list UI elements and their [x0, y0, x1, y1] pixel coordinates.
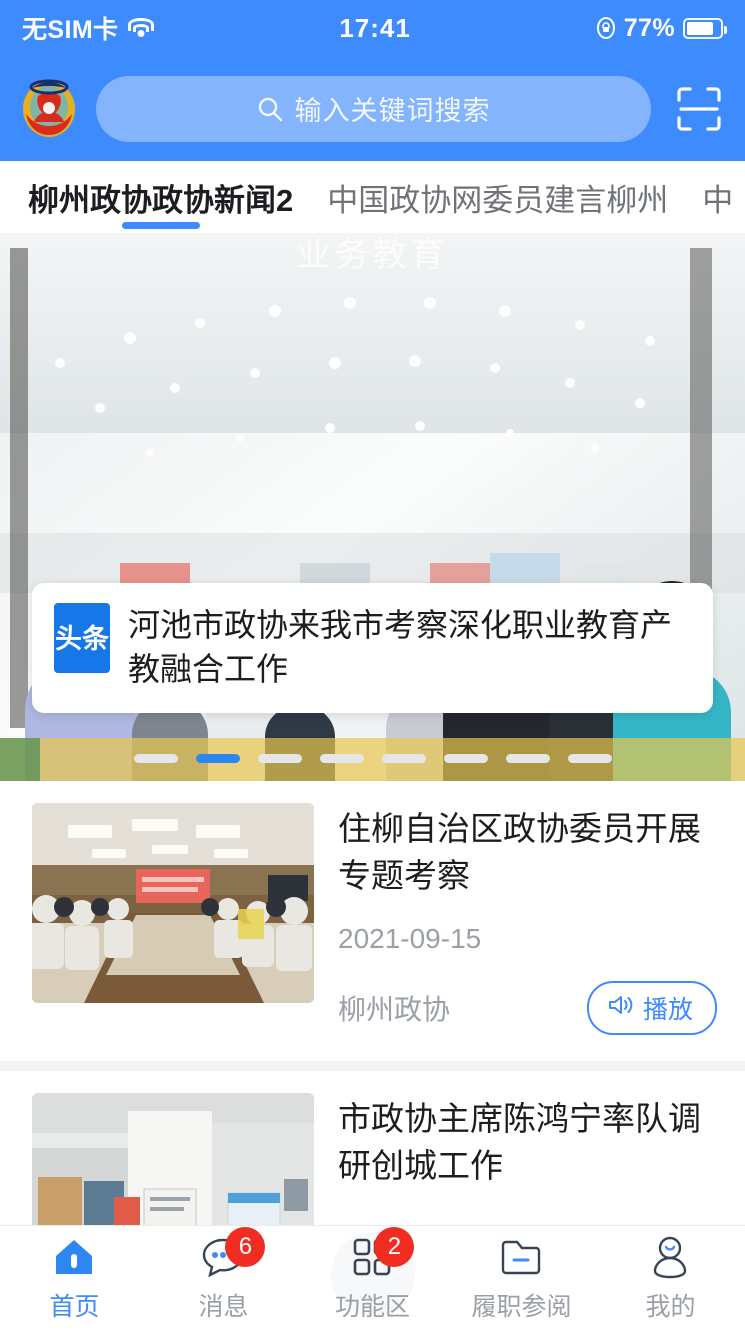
banner-watermark: 业务教育: [0, 233, 745, 276]
banner-carousel[interactable]: 业务教育 头条 河池市政协来我市考察深化职业教育产教融合工作: [0, 233, 745, 781]
status-bar: 无SIM卡 17:41 77%: [0, 0, 745, 56]
search-icon: [257, 96, 283, 122]
play-button-label: 播放: [643, 990, 693, 1026]
clock-label: 17:41: [154, 13, 595, 44]
headline-badge-label: 头条: [55, 622, 109, 656]
carousel-dot[interactable]: [320, 754, 364, 763]
nav-label: 首页: [49, 1287, 99, 1323]
nav-item-duty-reference[interactable]: 履职参阅: [447, 1226, 596, 1330]
news-title: 住柳自治区政协委员开展专题考察: [338, 805, 717, 899]
list-divider: [0, 1061, 745, 1071]
rotation-lock-icon: [596, 17, 616, 39]
news-date: 2021-09-15: [338, 923, 717, 955]
home-icon: [50, 1233, 98, 1281]
headline-badge: 头条: [54, 603, 110, 673]
message-icon: 6: [199, 1233, 247, 1281]
news-source: 柳州政协: [338, 988, 450, 1028]
meeting-room-thumbnail: [32, 803, 314, 1003]
news-title: 市政协主席陈鸿宁率队调研创城工作: [338, 1095, 717, 1189]
nav-item-profile[interactable]: 我的: [596, 1226, 745, 1330]
nav-label: 我的: [645, 1287, 695, 1323]
app-header: 输入关键词搜索: [0, 56, 745, 161]
person-icon: [646, 1233, 694, 1281]
status-left: 无SIM卡: [22, 10, 154, 46]
tab-label: 中国政协网委员建言柳州: [327, 175, 668, 220]
search-placeholder: 输入关键词搜索: [295, 89, 491, 128]
carousel-dot[interactable]: [506, 754, 550, 763]
nav-label: 消息: [198, 1287, 248, 1323]
grid-icon: 2: [348, 1233, 396, 1281]
headline-title: 河池市政协来我市考察深化职业教育产教融合工作: [128, 603, 689, 691]
carousel-dot-active[interactable]: [196, 754, 240, 763]
carousel-dot[interactable]: [382, 754, 426, 763]
carousel-dot[interactable]: [444, 754, 488, 763]
nav-item-functions[interactable]: 2 功能区: [298, 1226, 447, 1330]
nav-item-messages[interactable]: 6 消息: [149, 1226, 298, 1330]
play-button[interactable]: 播放: [587, 981, 717, 1035]
carousel-pagination[interactable]: [0, 754, 745, 763]
tab-label: 中: [702, 175, 733, 220]
bottom-navigation-bar[interactable]: 首页 6 消息 2 功能区: [0, 1225, 745, 1329]
battery-percent-label: 77%: [624, 14, 675, 43]
tab-liuzhou-zhengxie-news[interactable]: 柳州政协政协新闻2: [28, 161, 293, 233]
nav-item-home[interactable]: 首页: [0, 1226, 149, 1330]
news-meta: 柳州政协 播放: [338, 981, 717, 1035]
carousel-dot[interactable]: [134, 754, 178, 763]
nav-label: 功能区: [335, 1287, 410, 1323]
wifi-icon: [128, 18, 154, 38]
tab-china-zhengxie-net[interactable]: 中国政协网委员建言柳州: [327, 161, 668, 233]
speaker-icon: [607, 994, 633, 1023]
tab-overflow[interactable]: 中: [702, 161, 733, 233]
nav-badge: 6: [225, 1227, 265, 1267]
battery-icon: [683, 18, 723, 39]
carrier-label: 无SIM卡: [22, 10, 118, 46]
nav-label: 履职参阅: [471, 1287, 571, 1323]
category-tab-bar[interactable]: 柳州政协政协新闻2 中国政协网委员建言柳州 中: [0, 161, 745, 233]
news-body: 住柳自治区政协委员开展专题考察 2021-09-15 柳州政协 播放: [338, 803, 717, 1035]
carousel-dot[interactable]: [568, 754, 612, 763]
cppcc-emblem-logo: [20, 78, 78, 140]
search-input[interactable]: 输入关键词搜索: [96, 76, 651, 142]
banner-headline-card[interactable]: 头条 河池市政协来我市考察深化职业教育产教融合工作: [32, 583, 713, 713]
carousel-dot[interactable]: [258, 754, 302, 763]
news-list-item[interactable]: 住柳自治区政协委员开展专题考察 2021-09-15 柳州政协 播放: [0, 781, 745, 1061]
status-right: 77%: [596, 14, 723, 43]
tab-label: 柳州政协政协新闻2: [28, 175, 293, 220]
nav-badge: 2: [374, 1227, 414, 1267]
scan-qr-icon[interactable]: [673, 83, 725, 135]
folder-icon: [497, 1233, 545, 1281]
